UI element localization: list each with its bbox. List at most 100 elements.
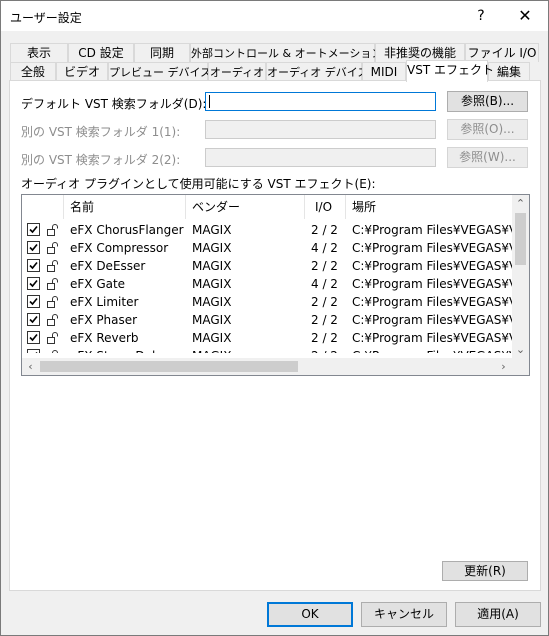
- plugin-io: 2 / 2: [311, 331, 338, 345]
- scroll-up-icon[interactable]: ⌃: [512, 195, 529, 212]
- tab-audio-device[interactable]: オーディオ デバイス: [266, 62, 368, 81]
- plugin-io: 2 / 2: [311, 347, 343, 353]
- list-item[interactable]: eFX Gate MAGIX 4 / 2 C:¥Program Files¥VEGAS…: [22, 275, 512, 293]
- enable-checkbox[interactable]: [27, 277, 40, 290]
- plugin-vendor: MAGIX: [192, 331, 232, 345]
- header-vendor[interactable]: ベンダー: [186, 195, 305, 219]
- tab-video[interactable]: ビデオ: [56, 62, 108, 81]
- enable-checkbox[interactable]: [27, 223, 40, 236]
- apply-button[interactable]: 適用(A): [455, 602, 541, 627]
- enable-checkbox[interactable]: [27, 259, 40, 272]
- scroll-left-icon[interactable]: ‹: [22, 358, 39, 375]
- list-item[interactable]: eFX ChorusFlanger MAGIX 2 / 2 C:¥Program Fi…: [22, 221, 512, 239]
- plugin-io: 4 / 2: [311, 241, 338, 255]
- header-check: [22, 195, 64, 219]
- tab-preview-device[interactable]: プレビュー デバイス: [108, 62, 211, 81]
- plugin-location: C:¥Program Files¥VEGAS¥VEG: [352, 277, 512, 291]
- ok-button[interactable]: OK: [267, 602, 353, 627]
- plugin-io: 4 / 2: [311, 277, 338, 291]
- cancel-button[interactable]: キャンセル: [361, 602, 447, 627]
- unlock-icon: [46, 223, 60, 237]
- header-io[interactable]: I/O: [305, 195, 346, 219]
- list-item[interactable]: eFX Compressor MAGIX 4 / 2 C:¥Program Files…: [22, 239, 512, 257]
- vertical-scroll-thumb[interactable]: [515, 213, 526, 265]
- plugin-vendor: MAGIX: [192, 277, 232, 291]
- tab-edit[interactable]: 編集: [488, 62, 530, 81]
- unlock-icon: [46, 277, 60, 291]
- plugin-location: C:¥Program Files¥VEGAS¥VEG: [352, 313, 512, 327]
- plugin-location: C:¥Program Files¥VEGAS¥VEG: [352, 295, 512, 309]
- browse-alt-2-button[interactable]: 参照(W)...: [447, 147, 528, 168]
- tab-display[interactable]: 表示: [10, 43, 68, 62]
- plugin-name: eFX ChorusFlanger: [70, 223, 184, 237]
- alt-vst-folder-2-input[interactable]: [205, 148, 436, 167]
- alt-vst-folder-1-input[interactable]: [205, 120, 436, 139]
- plugin-io: 2 / 2: [311, 259, 338, 273]
- enable-checkbox[interactable]: [27, 241, 40, 254]
- tab-vst-effects[interactable]: VST エフェクト: [406, 60, 494, 82]
- browse-default-button[interactable]: 参照(B)...: [447, 91, 528, 112]
- tab-general[interactable]: 全般: [10, 62, 56, 81]
- plugin-name: eFX StereoDelay: [70, 347, 184, 353]
- tab-midi[interactable]: MIDI: [362, 62, 406, 81]
- header-name[interactable]: 名前: [64, 195, 186, 219]
- plugin-vendor: MAGIX: [192, 313, 232, 327]
- user-settings-dialog: ユーザー設定 ? ✕ 表示 CD 設定 同期 外部コントロール & オートメーシ…: [0, 0, 549, 636]
- plugin-io: 2 / 2: [311, 313, 338, 327]
- plugin-location: C:¥Program Files¥VEGAS¥VEG: [352, 241, 512, 255]
- unlock-icon: [46, 295, 60, 309]
- plugin-location: C:¥Program Files¥VEGAS¥VEG: [352, 223, 512, 237]
- plugin-name: eFX Limiter: [70, 295, 139, 309]
- tab-cd-settings[interactable]: CD 設定: [68, 43, 134, 62]
- plugin-name: eFX Compressor: [70, 241, 169, 255]
- header-location[interactable]: 場所: [346, 195, 512, 219]
- close-icon[interactable]: ✕: [503, 1, 547, 31]
- list-rows: eFX ChorusFlanger MAGIX 2 / 2 C:¥Program Fi…: [22, 219, 512, 353]
- horizontal-scrollbar[interactable]: ‹ ›: [22, 358, 512, 375]
- enable-checkbox[interactable]: [27, 295, 40, 308]
- plugin-location: C:¥Program Files¥VEGAS¥VEG: [352, 259, 512, 273]
- list-item[interactable]: eFX StereoDelay MAGIX 2 / 2 C:¥Program File…: [22, 347, 512, 353]
- refresh-button[interactable]: 更新(R): [442, 561, 528, 581]
- help-icon[interactable]: ?: [459, 1, 503, 31]
- unlock-icon: [46, 313, 60, 327]
- default-vst-folder-input[interactable]: [205, 92, 436, 111]
- text-caret: [209, 95, 210, 108]
- unlock-icon: [46, 331, 60, 345]
- browse-alt-1-button[interactable]: 参照(O)...: [447, 119, 528, 140]
- window-title: ユーザー設定: [10, 11, 82, 25]
- tab-external-control[interactable]: 外部コントロール & オートメーション: [190, 43, 382, 62]
- scroll-down-icon[interactable]: ⌄: [512, 341, 529, 358]
- plugin-name: eFX Gate: [70, 277, 126, 291]
- tab-sync[interactable]: 同期: [134, 43, 190, 62]
- plugin-name: eFX Reverb: [70, 331, 139, 345]
- list-item[interactable]: eFX Reverb MAGIX 2 / 2 C:¥Program Files¥VEG…: [22, 329, 512, 347]
- plugin-vendor: MAGIX: [192, 223, 232, 237]
- enable-checkbox[interactable]: [27, 349, 40, 353]
- vertical-scrollbar[interactable]: ⌃ ⌄: [512, 195, 529, 358]
- plugin-location: C:¥Program Files¥VEGAS¥VEG: [352, 347, 512, 353]
- plugin-vendor: MAGIX: [192, 259, 232, 273]
- enable-checkbox[interactable]: [27, 313, 40, 326]
- vst-list-label: オーディオ プラグインとして使用可能にする VST エフェクト(E):: [21, 177, 376, 191]
- alt-vst-folder-2-label: 別の VST 検索フォルダ 2(2):: [21, 153, 181, 167]
- unlock-icon: [46, 349, 60, 353]
- enable-checkbox[interactable]: [27, 331, 40, 344]
- plugin-io: 2 / 2: [311, 223, 338, 237]
- plugin-vendor: MAGIX: [192, 295, 232, 309]
- unlock-icon: [46, 259, 60, 273]
- list-item[interactable]: eFX Limiter MAGIX 2 / 2 C:¥Program Files¥VE…: [22, 293, 512, 311]
- plugin-name: eFX Phaser: [70, 313, 138, 327]
- scroll-right-icon[interactable]: ›: [495, 358, 512, 375]
- default-vst-folder-label: デフォルト VST 検索フォルダ(D):: [21, 97, 207, 111]
- list-header: 名前 ベンダー I/O 場所: [22, 195, 512, 219]
- plugin-vendor: MAGIX: [192, 241, 232, 255]
- plugin-name: eFX DeEsser: [70, 259, 146, 273]
- vst-plugin-list[interactable]: 名前 ベンダー I/O 場所 eFX ChorusFlanger MAGIX 2 /…: [21, 194, 530, 376]
- list-item[interactable]: eFX DeEsser MAGIX 2 / 2 C:¥Program Files¥VE…: [22, 257, 512, 275]
- tab-audio[interactable]: オーディオ: [208, 62, 266, 81]
- alt-vst-folder-1-label: 別の VST 検索フォルダ 1(1):: [21, 125, 181, 139]
- horizontal-scroll-thumb[interactable]: [40, 361, 298, 372]
- list-item[interactable]: eFX Phaser MAGIX 2 / 2 C:¥Program Files¥VEG…: [22, 311, 512, 329]
- plugin-io: 2 / 2: [311, 295, 338, 309]
